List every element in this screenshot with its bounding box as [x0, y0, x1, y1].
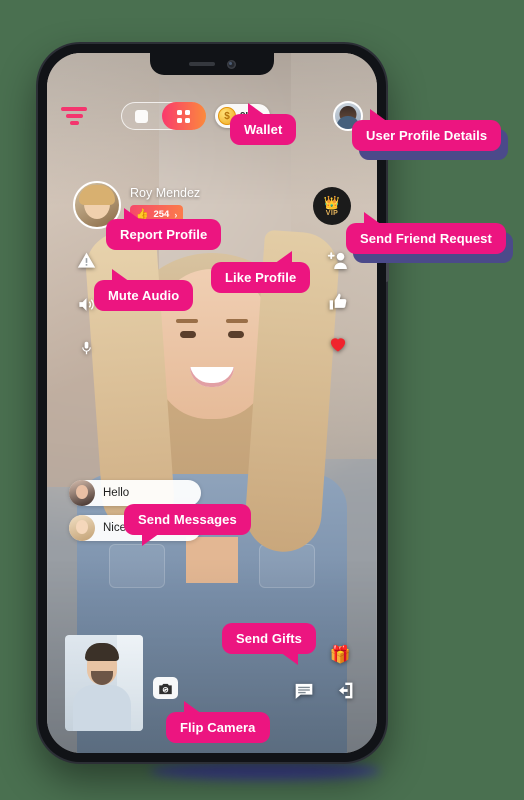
- view-mode-toggle[interactable]: [121, 102, 206, 130]
- tooltip-tail: [370, 109, 388, 122]
- chat-icon[interactable]: [293, 679, 315, 701]
- camera-flip-icon: [159, 683, 172, 694]
- tooltip-tail: [124, 208, 142, 221]
- phone-drop-shadow: [150, 762, 380, 780]
- tooltip-tail: [274, 251, 293, 264]
- vip-label: VIP: [325, 209, 339, 217]
- tooltip-wallet-label: Wallet: [244, 122, 283, 137]
- chevron-right-icon: ›: [174, 209, 178, 220]
- phone-notch: [150, 53, 274, 75]
- tooltip-report-profile-label: Report Profile: [120, 227, 208, 242]
- tooltip-tail: [280, 652, 299, 665]
- chat-avatar: [69, 515, 95, 541]
- tooltip-send-gifts-label: Send Gifts: [236, 631, 303, 646]
- tooltip-like-profile-label: Like Profile: [225, 270, 297, 285]
- filter-bar-3: [69, 121, 79, 125]
- tooltip-tail: [184, 701, 202, 714]
- microphone-icon[interactable]: [75, 337, 97, 359]
- tooltip-send-messages[interactable]: Send Messages: [124, 504, 251, 546]
- crown-icon: 👑: [323, 194, 341, 210]
- tooltip-mute-audio[interactable]: Mute Audio: [94, 269, 194, 311]
- tooltip-send-gifts[interactable]: Send Gifts: [222, 623, 317, 665]
- tooltip-user-profile-details-label: User Profile Details: [366, 128, 488, 143]
- thumbs-up-icon[interactable]: [327, 291, 349, 313]
- filter-bar-1: [61, 107, 87, 111]
- grid-view-icon: [177, 109, 190, 123]
- tooltip-user-profile-details[interactable]: User Profile Details: [352, 109, 502, 151]
- tooltip-tail: [142, 533, 160, 546]
- earpiece-speaker: [188, 62, 215, 66]
- single-view-icon: [135, 109, 149, 123]
- chat-avatar: [69, 480, 95, 506]
- streamer-name: Roy Mendez: [130, 186, 201, 200]
- tooltip-flip-camera-label: Flip Camera: [180, 720, 256, 735]
- single-view-button[interactable]: [122, 109, 162, 123]
- filter-bar-2: [65, 114, 83, 118]
- tooltip-tail: [248, 103, 266, 116]
- tooltip-send-messages-label: Send Messages: [138, 512, 237, 527]
- grid-view-button[interactable]: [161, 102, 206, 130]
- tooltip-send-friend-request[interactable]: Send Friend Request: [346, 212, 506, 254]
- tooltip-tail: [364, 212, 382, 225]
- filter-icon[interactable]: [61, 107, 87, 125]
- tooltip-tail: [112, 269, 130, 282]
- tooltip-report-profile[interactable]: Report Profile: [106, 208, 222, 250]
- right-control-column: [327, 249, 349, 355]
- phone-mockup: $ 9K + Roy Mendez 👍 254 › 👑 VIP: [38, 44, 389, 762]
- bottom-action-bar: [293, 679, 355, 701]
- phone-screen: $ 9K + Roy Mendez 👍 254 › 👑 VIP: [47, 53, 377, 753]
- self-view-hair: [85, 643, 119, 661]
- self-view-thumbnail[interactable]: [65, 635, 143, 731]
- self-view-body: [73, 685, 131, 731]
- add-friend-icon[interactable]: [327, 249, 349, 271]
- front-camera: [226, 59, 236, 69]
- tooltip-mute-audio-label: Mute Audio: [108, 288, 180, 303]
- chat-message-item[interactable]: Hello: [69, 480, 202, 506]
- chat-message-text: Hello: [103, 487, 130, 499]
- camera-flip-button[interactable]: [153, 677, 178, 699]
- top-toolbar: $ 9K +: [47, 99, 377, 133]
- tooltip-send-friend-request-label: Send Friend Request: [360, 231, 492, 246]
- heart-icon[interactable]: [327, 333, 349, 355]
- exit-icon[interactable]: [333, 679, 355, 701]
- tooltip-like-profile[interactable]: Like Profile: [211, 251, 311, 293]
- tooltip-flip-camera[interactable]: Flip Camera: [166, 701, 270, 743]
- vip-badge[interactable]: 👑 VIP: [313, 187, 351, 225]
- gift-icon[interactable]: 🎁: [330, 645, 351, 665]
- report-icon[interactable]: [75, 249, 97, 271]
- tooltip-wallet[interactable]: Wallet: [230, 103, 297, 145]
